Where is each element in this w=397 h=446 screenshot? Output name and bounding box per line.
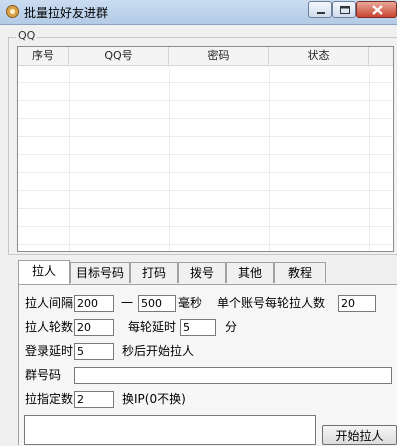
tab-captcha[interactable]: 打码 — [130, 262, 178, 283]
interval-max-input[interactable] — [138, 295, 176, 312]
tab-target-numbers[interactable]: 目标号码 — [70, 262, 130, 283]
start-button[interactable]: 开始拉人 — [322, 425, 397, 445]
tab-dialup[interactable]: 拨号 — [178, 262, 226, 283]
column-header-qq[interactable]: QQ号 — [69, 47, 169, 65]
tab-tutorial[interactable]: 教程 — [274, 262, 326, 283]
close-button[interactable] — [356, 1, 397, 18]
group-code-input[interactable] — [74, 367, 392, 384]
close-icon — [372, 5, 383, 15]
per-round-label: 单个账号每轮拉人数 — [217, 296, 326, 310]
switch-ip-label: 换IP(0不换) — [122, 392, 186, 406]
tab-pull[interactable]: 拉人 — [18, 260, 70, 284]
group-code-label: 群号码 — [25, 368, 62, 382]
account-grid[interactable]: 序号 QQ号 密码 状态 — [17, 46, 394, 252]
grid-lines — [18, 65, 393, 251]
interval-min-input[interactable] — [74, 295, 114, 312]
login-delay-label: 登录延时 — [25, 344, 74, 358]
per-round-input[interactable] — [338, 295, 376, 312]
tab-other[interactable]: 其他 — [226, 262, 274, 283]
minimize-button[interactable] — [308, 1, 332, 18]
column-header-password[interactable]: 密码 — [169, 47, 269, 65]
specified-count-label: 拉指定数 — [25, 392, 74, 406]
maximize-icon — [340, 6, 350, 14]
column-header-index[interactable]: 序号 — [18, 47, 69, 65]
app-icon — [6, 5, 19, 18]
specified-count-input[interactable] — [74, 391, 114, 408]
maximize-button[interactable] — [332, 1, 356, 18]
interval-label: 拉人间隔 — [25, 296, 74, 310]
column-header-status[interactable]: 状态 — [269, 47, 369, 65]
round-delay-input[interactable] — [180, 319, 216, 336]
round-delay-unit: 分 — [225, 320, 238, 334]
round-delay-label: 每轮延时 — [128, 320, 177, 334]
window-title: 批量拉好友进群 — [24, 6, 109, 20]
minimize-icon — [317, 12, 325, 14]
groupbox-label: QQ — [16, 29, 38, 42]
rounds-input[interactable] — [74, 319, 114, 336]
login-delay-input[interactable] — [74, 343, 114, 360]
settings-tabs: 拉人 目标号码 打码 拨号 其他 教程 — [18, 260, 397, 284]
column-header-filler — [369, 47, 393, 65]
log-textarea[interactable] — [24, 415, 316, 445]
interval-separator: 一 — [121, 296, 134, 310]
interval-unit: 毫秒 — [178, 296, 203, 310]
rounds-label: 拉人轮数 — [25, 320, 74, 334]
grid-header: 序号 QQ号 密码 状态 — [18, 47, 393, 66]
title-bar: 批量拉好友进群 — [0, 0, 397, 25]
login-delay-suffix: 秒后开始拉人 — [122, 344, 195, 358]
